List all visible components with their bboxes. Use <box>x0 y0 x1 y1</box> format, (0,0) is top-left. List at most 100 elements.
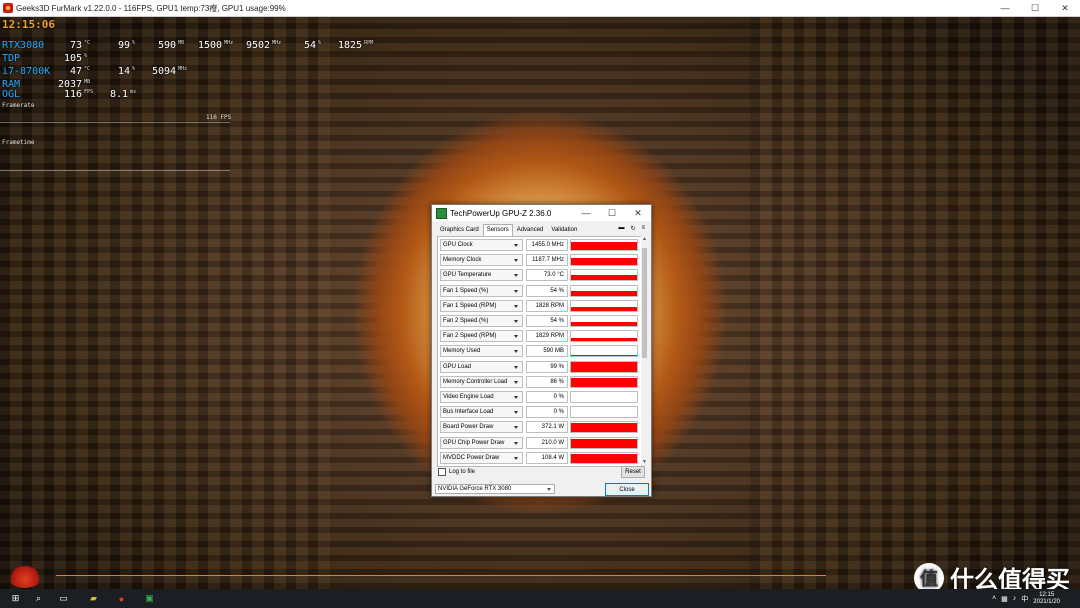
sensor-name: GPU Load <box>443 363 472 370</box>
sensor-graph <box>570 330 638 343</box>
minimize-icon[interactable]: — <box>573 205 599 221</box>
log-to-file-label: Log to file <box>449 469 476 475</box>
chevron-down-icon <box>514 259 518 263</box>
camera-icon[interactable]: ▬ <box>618 225 624 232</box>
sensor-scrollbar[interactable]: ▲ ▼ <box>641 236 648 465</box>
chevron-down-icon <box>514 320 518 323</box>
log-to-file-checkbox[interactable] <box>438 468 446 476</box>
chevron-down-icon <box>514 441 518 445</box>
sensor-name: GPU Clock <box>443 242 473 248</box>
chevron-down-icon <box>514 335 518 339</box>
log-to-file-row: Log to file <box>438 468 475 476</box>
sensor-row: Fan 1 Speed (%) 54 % <box>440 284 638 299</box>
sensor-value: 590 MB <box>526 345 568 358</box>
sensor-graph <box>570 269 638 282</box>
sensor-graph-fill <box>571 338 637 342</box>
close-icon[interactable]: ✕ <box>1050 0 1080 16</box>
sensor-name-select[interactable]: Memory Controller Load <box>440 375 523 388</box>
sensor-name-select[interactable]: GPU Load <box>440 360 523 373</box>
hud-metric-value: 1500 <box>198 40 223 51</box>
hud-metric: 54% <box>304 40 321 51</box>
refresh-icon[interactable]: ↻ <box>630 225 635 232</box>
close-button[interactable]: Close <box>605 483 649 496</box>
hud-metric-value: 9502 <box>246 40 271 51</box>
scroll-down-icon[interactable]: ▼ <box>641 459 648 465</box>
sensor-graph <box>570 315 638 327</box>
sensor-name-select[interactable]: GPU Temperature <box>440 269 523 282</box>
gpu-select-value: NVIDIA GeForce RTX 3080 <box>438 486 512 492</box>
chevron-down-icon <box>514 411 518 415</box>
hud-row: RTX3080 73 °C 99% 590 MB 1500 MHz 9502 MHz 54% 1825… <box>2 40 402 54</box>
close-icon[interactable]: ✕ <box>625 205 651 221</box>
start-icon[interactable]: ⊞ <box>8 591 23 606</box>
sensor-value: 1455.0 MHz <box>526 239 568 251</box>
sensor-row: MVDDC Power Draw 108.4 W <box>440 451 638 466</box>
hud-metric-unit: % <box>132 66 136 72</box>
hud-metric-value: 73 <box>70 40 83 51</box>
sensor-row: GPU Temperature 73.0 °C <box>440 269 638 283</box>
sensor-value: 108.4 W <box>526 451 568 464</box>
sensor-value: 1829 RPM <box>526 330 568 343</box>
sensor-name-select[interactable]: Memory Clock <box>440 254 523 267</box>
hud-metric: 1500 MHz <box>198 40 233 51</box>
gpuz-window-title: TechPowerUp GPU-Z 2.36.0 <box>450 208 552 218</box>
sensor-name-select[interactable]: Fan 2 Speed (RPM) <box>440 330 523 343</box>
file-explorer-icon[interactable]: ▰ <box>86 591 101 606</box>
sensor-graph <box>570 345 638 358</box>
sensor-value: 0 % <box>526 391 568 403</box>
sensor-graph-fill <box>571 290 637 296</box>
hud-metric-value: 105 <box>64 53 83 64</box>
gpu-select[interactable]: NVIDIA GeForce RTX 3080 <box>435 484 555 494</box>
sensor-name: Fan 1 Speed (RPM) <box>443 302 497 309</box>
menu-icon[interactable]: ≡ <box>641 225 645 232</box>
sensor-value: 1828 RPM <box>526 299 568 312</box>
sensor-name-select[interactable]: Fan 1 Speed (%) <box>440 284 523 297</box>
sensor-name: Bus Interface Load <box>443 409 494 416</box>
sensor-value: 73.0 °C <box>526 269 568 282</box>
maximize-icon[interactable]: ☐ <box>1020 0 1050 16</box>
reset-button[interactable]: Reset <box>621 466 645 478</box>
sensor-row: Video Engine Load 0 % <box>440 391 638 405</box>
sensor-row: Board Power Draw 372.1 W <box>440 421 638 435</box>
volume-icon[interactable]: ♪ <box>1013 595 1017 602</box>
minimize-icon[interactable]: — <box>990 0 1020 16</box>
chevron-up-icon[interactable]: ˄ <box>992 595 996 602</box>
sensor-name-select[interactable]: GPU Clock <box>440 239 523 251</box>
hud-row-label: TDP <box>2 53 21 64</box>
sensor-value: 210.0 W <box>526 436 568 449</box>
scrollbar-thumb[interactable] <box>642 248 647 358</box>
sensor-name-select[interactable]: Fan 1 Speed (RPM) <box>440 299 523 312</box>
sensor-graph <box>570 299 638 312</box>
ime-icon[interactable]: 中 <box>1021 594 1028 604</box>
gpuz-toolbar: ▬ ↻ ≡ <box>618 225 645 232</box>
chevron-down-icon <box>514 244 518 247</box>
hud-metric-unit: % <box>132 40 136 46</box>
sensor-graph-fill <box>571 257 637 266</box>
hud-metric-unit: MB <box>84 79 91 85</box>
maximize-icon[interactable]: ☐ <box>599 205 625 221</box>
furmark-taskbar-icon[interactable]: ● <box>114 591 129 606</box>
sensor-name-select[interactable]: Bus Interface Load <box>440 406 523 419</box>
sensor-name-select[interactable]: Video Engine Load <box>440 391 523 403</box>
chevron-down-icon <box>514 396 518 399</box>
sensor-graph-fill <box>571 307 637 311</box>
task-view-icon[interactable]: ▭ <box>56 591 71 606</box>
sensor-name-select[interactable]: GPU Chip Power Draw <box>440 436 523 449</box>
hud-metric-unit: MHz <box>272 40 282 46</box>
hud-metric: 73 °C <box>70 40 90 51</box>
furmark-logo-icon <box>8 566 42 588</box>
sensor-name-select[interactable]: MVDDC Power Draw <box>440 451 523 464</box>
scroll-up-icon[interactable]: ▲ <box>641 236 648 242</box>
sensor-name-select[interactable]: Board Power Draw <box>440 421 523 434</box>
gpuz-taskbar-icon[interactable]: ▣ <box>142 591 157 606</box>
sensor-graph-fill <box>571 453 637 463</box>
sensor-row: GPU Load 99 % <box>440 360 638 375</box>
sensor-name-select[interactable]: Fan 2 Speed (%) <box>440 315 523 327</box>
hud-metric: 8.1 ms <box>110 89 136 100</box>
sensor-row: Memory Controller Load 86 % <box>440 375 638 390</box>
sensor-name-select[interactable]: Memory Used <box>440 345 523 358</box>
taskbar-clock[interactable]: 12:15 2021/1/20 <box>1033 592 1060 606</box>
frametime-label: Frametime <box>2 139 35 146</box>
search-icon[interactable]: ⌕ <box>31 591 46 606</box>
network-icon[interactable]: ▦ <box>1001 595 1008 603</box>
